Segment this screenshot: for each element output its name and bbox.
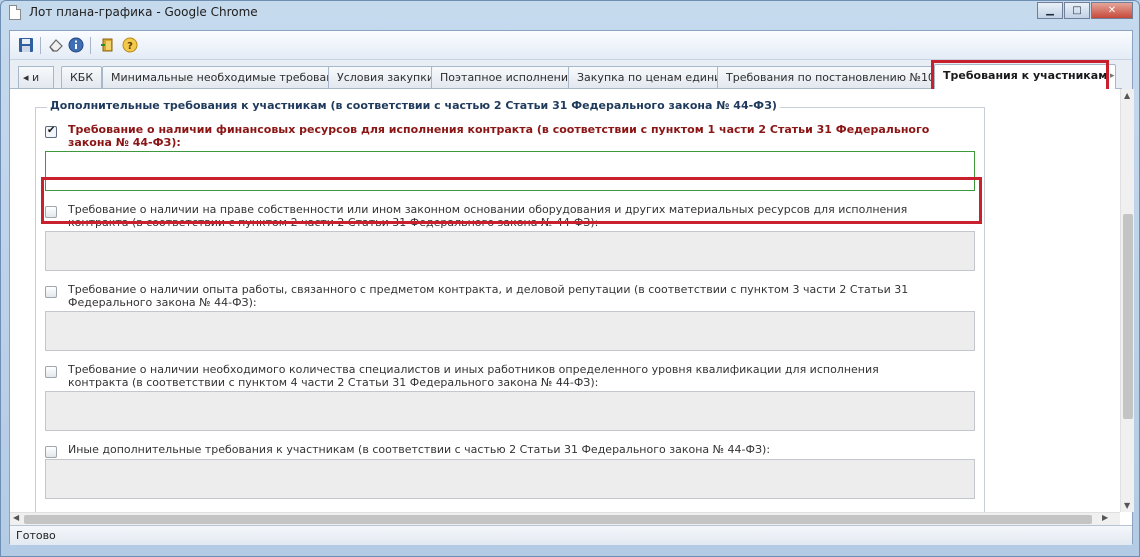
requirement-checkbox[interactable] (45, 125, 57, 138)
requirement-highlight-frame (41, 177, 982, 224)
close-icon[interactable]: ✕ (1091, 2, 1133, 19)
horizontal-scrollbar[interactable]: ◀ ▶ (10, 512, 1120, 525)
requirement-checkbox[interactable] (45, 446, 57, 458)
fieldset-legend: Дополнительные требования к участникам (… (47, 99, 780, 112)
eraser-icon[interactable] (48, 37, 64, 53)
tab-minimum-requirements[interactable]: Минимальные необходимые требования (102, 66, 357, 88)
requirement-label: Требование о наличии финансовых ресурсов… (68, 123, 930, 149)
tab-staged-execution[interactable]: Поэтапное исполнение (431, 66, 584, 88)
content-panel: Дополнительные требования к участникам (… (10, 89, 1119, 512)
toolbar-separator (40, 37, 41, 54)
scroll-right-icon[interactable]: ▶ (1102, 513, 1108, 522)
vertical-scrollbar[interactable]: ▲ ▼ (1120, 89, 1134, 512)
requirement-checkbox[interactable] (45, 366, 57, 378)
tab-scroll-left-button[interactable]: ◂ и (18, 66, 54, 88)
help-icon[interactable]: ? (122, 37, 138, 53)
scroll-up-icon[interactable]: ▲ (1124, 91, 1130, 100)
requirement-text-input[interactable] (45, 231, 975, 271)
requirement-label: Иные дополнительные требования к участни… (68, 443, 771, 456)
tab-kbk[interactable]: КБК (61, 66, 103, 88)
info-icon[interactable] (68, 37, 84, 53)
title-bar: Лот плана-графика - Google Chrome ▁ □ ✕ (1, 1, 1139, 25)
tab-purchase-conditions[interactable]: Условия закупки (328, 66, 443, 88)
status-bar: Готово (10, 525, 1132, 545)
page-icon (9, 5, 21, 20)
maximize-icon[interactable]: □ (1064, 2, 1090, 19)
toolbar: ? (10, 31, 1132, 60)
requirement-text-input[interactable] (45, 459, 975, 499)
app-client-area: ? ◂ и КБК Минимальные необходимые требов… (9, 30, 1134, 545)
save-icon[interactable] (18, 37, 34, 53)
browser-window: Лот плана-графика - Google Chrome ▁ □ ✕ (0, 0, 1140, 557)
toolbar-separator (90, 37, 91, 54)
tab-requirements-1044[interactable]: Требования по постановлению №1044 (717, 66, 958, 88)
scroll-left-icon[interactable]: ◀ (13, 513, 19, 522)
exit-icon[interactable] (100, 37, 116, 53)
requirement-text-input[interactable] (45, 311, 975, 351)
tab-unit-price-purchase[interactable]: Закупка по ценам единиц (568, 66, 738, 88)
scroll-down-icon[interactable]: ▼ (1124, 501, 1130, 510)
minimize-icon[interactable]: ▁ (1037, 2, 1063, 19)
tab-scroll-right-icon[interactable]: ▸ (1110, 71, 1115, 81)
requirement-text-input[interactable] (45, 391, 975, 431)
svg-text:?: ? (127, 41, 133, 52)
status-text: Готово (16, 529, 56, 542)
vertical-scroll-thumb[interactable] (1123, 214, 1133, 419)
requirement-checkbox[interactable] (45, 286, 57, 298)
requirement-label: Требование о наличии опыта работы, связа… (68, 283, 909, 309)
window-title: Лот плана-графика - Google Chrome (29, 5, 258, 19)
requirement-label: Требование о наличии необходимого количе… (68, 363, 879, 389)
horizontal-scroll-thumb[interactable] (24, 515, 1092, 524)
